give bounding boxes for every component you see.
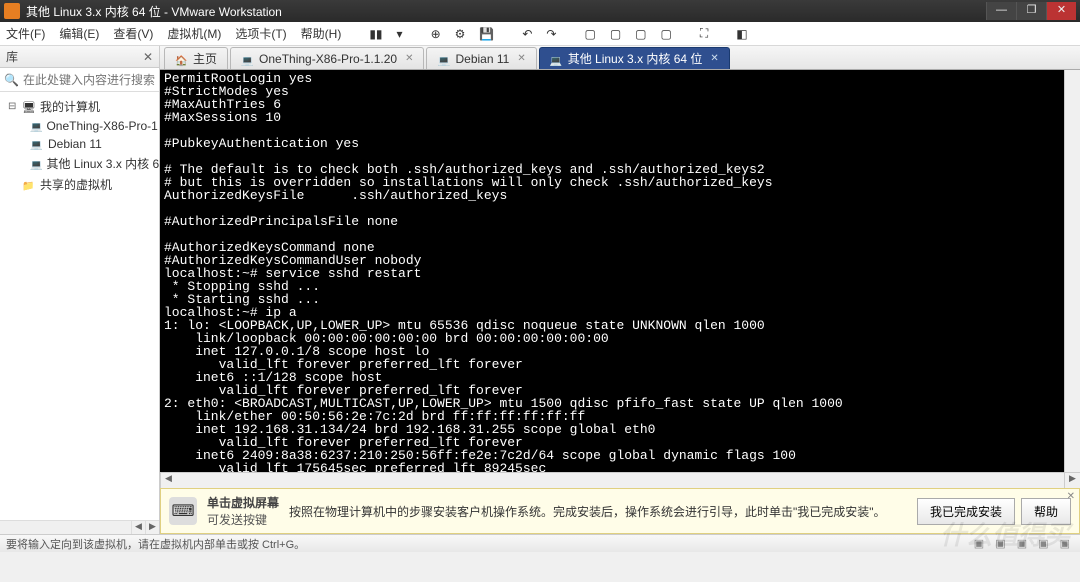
unity-icon[interactable]: ◧ — [736, 27, 747, 41]
tree-item-label: Debian 11 — [48, 137, 102, 151]
minimize-button[interactable]: — — [986, 2, 1016, 20]
fullscreen-icon[interactable]: ⛶ — [700, 26, 708, 41]
vm-icon — [30, 119, 42, 133]
layout3-icon[interactable]: ▢ — [635, 27, 646, 41]
scroll-right-icon[interactable]: ▶ — [145, 521, 159, 534]
pause-icon[interactable]: ▮▮ — [369, 27, 382, 41]
vm-icon — [30, 137, 44, 151]
tab-close-icon[interactable]: ✕ — [517, 53, 525, 64]
close-button[interactable]: ✕ — [1046, 2, 1076, 20]
search-input[interactable] — [23, 73, 178, 87]
menu-tabs[interactable]: 选项卡(T) — [235, 25, 286, 42]
tab-label: 主页 — [193, 50, 217, 67]
tab-onething[interactable]: OneThing-X86-Pro-1.1.20 ✕ — [230, 47, 424, 69]
content-area: 主页 OneThing-X86-Pro-1.1.20 ✕ Debian 11 ✕… — [160, 46, 1080, 534]
dropdown-icon[interactable]: ▾ — [397, 27, 403, 41]
layout2-icon[interactable]: ▢ — [610, 27, 621, 41]
status-icons: ▣ ▣ ▣ ▣ ▣ — [974, 537, 1074, 550]
maximize-button[interactable]: ❐ — [1016, 2, 1046, 20]
sidebar-title: 库 — [6, 48, 18, 65]
vm-icon — [550, 53, 562, 65]
tree-item-label: OneThing-X86-Pro-1.1 — [46, 119, 159, 133]
infobar-close-icon[interactable]: ✕ — [1067, 491, 1075, 502]
redo-icon[interactable]: ↷ — [546, 27, 556, 41]
menu-vm[interactable]: 虚拟机(M) — [167, 25, 221, 42]
sidebar-hscroll[interactable]: ◀ ▶ — [0, 520, 159, 534]
tab-otherlinux[interactable]: 其他 Linux 3.x 内核 64 位 ✕ — [539, 47, 730, 69]
scroll-right-icon[interactable]: ▶ — [1064, 473, 1080, 488]
menu-help[interactable]: 帮助(H) — [301, 25, 342, 42]
horizontal-scrollbar[interactable]: ◀ ▶ — [160, 472, 1080, 488]
info-install-text: 按照在物理计算机中的步骤安装客户机操作系统。完成安装后，操作系统会进行引导，此时… — [289, 503, 907, 520]
menu-edit[interactable]: 编辑(E) — [59, 25, 99, 42]
vm-icon — [241, 53, 253, 65]
sidebar-search: 🔍 ▾ — [0, 68, 159, 92]
tabs-bar: 主页 OneThing-X86-Pro-1.1.20 ✕ Debian 11 ✕… — [160, 46, 1080, 70]
vm-console-terminal[interactable]: PermitRootLogin yes #StrictModes yes #Ma… — [160, 70, 1064, 472]
scroll-left-icon[interactable]: ◀ — [160, 473, 176, 488]
app-icon — [4, 3, 20, 19]
library-sidebar: 库 ✕ 🔍 ▾ ⊟ 我的计算机 OneThing-X86-Pro-1.1 Deb… — [0, 46, 160, 534]
vm-icon — [30, 157, 42, 171]
tree-item-label: 其他 Linux 3.x 内核 64 — [46, 155, 159, 172]
revert-icon[interactable]: ↶ — [522, 27, 532, 41]
menu-bar: 文件(F) 编辑(E) 查看(V) 虚拟机(M) 选项卡(T) 帮助(H) ▮▮… — [0, 22, 1080, 46]
status-bar: 要将输入定向到该虚拟机，请在虚拟机内部单击或按 Ctrl+G。 ▣ ▣ ▣ ▣ … — [0, 534, 1080, 552]
tree-shared-label: 共享的虚拟机 — [40, 176, 112, 193]
computer-icon — [22, 100, 36, 114]
home-icon — [175, 53, 187, 65]
settings-icon[interactable]: ⚙ — [455, 27, 466, 41]
info-click-hint: 单击虚拟屏幕 可发送按键 — [207, 494, 279, 528]
vm-tree: ⊟ 我的计算机 OneThing-X86-Pro-1.1 Debian 11 其… — [0, 92, 159, 520]
sidebar-close-icon[interactable]: ✕ — [143, 50, 153, 64]
tree-root-label: 我的计算机 — [40, 98, 100, 115]
tab-label: OneThing-X86-Pro-1.1.20 — [259, 52, 397, 66]
sidebar-header: 库 ✕ — [0, 46, 159, 68]
vm-icon — [437, 53, 449, 65]
tab-home[interactable]: 主页 — [164, 47, 228, 69]
search-icon: 🔍 — [4, 73, 19, 87]
info-icon: ⌨ — [169, 497, 197, 525]
tree-root-mycomputer[interactable]: ⊟ 我的计算机 — [0, 96, 159, 117]
install-info-bar: ✕ ⌨ 单击虚拟屏幕 可发送按键 按照在物理计算机中的步骤安装客户机操作系统。完… — [160, 488, 1080, 534]
folder-icon — [22, 178, 36, 192]
menu-file[interactable]: 文件(F) — [6, 25, 45, 42]
vertical-scrollbar[interactable] — [1064, 70, 1080, 472]
tab-close-icon[interactable]: ✕ — [405, 53, 413, 64]
tree-shared-vms[interactable]: 共享的虚拟机 — [0, 174, 159, 195]
tab-label: 其他 Linux 3.x 内核 64 位 — [568, 50, 703, 67]
tree-vm-debian11[interactable]: Debian 11 — [0, 135, 159, 153]
tree-vm-onething[interactable]: OneThing-X86-Pro-1.1 — [0, 117, 159, 135]
window-title: 其他 Linux 3.x 内核 64 位 - VMware Workstatio… — [26, 3, 986, 20]
scroll-left-icon[interactable]: ◀ — [131, 521, 145, 534]
status-text: 要将输入定向到该虚拟机，请在虚拟机内部单击或按 Ctrl+G。 — [6, 536, 305, 552]
tree-vm-otherlinux[interactable]: 其他 Linux 3.x 内核 64 — [0, 153, 159, 174]
tab-debian11[interactable]: Debian 11 ✕ — [426, 47, 536, 69]
disk-icon[interactable]: 💾 — [479, 27, 494, 41]
help-button[interactable]: 帮助 — [1021, 498, 1071, 525]
tab-close-icon[interactable]: ✕ — [710, 53, 718, 64]
snapshot-icon[interactable]: ⊕ — [431, 27, 441, 41]
layout4-icon[interactable]: ▢ — [661, 27, 672, 41]
window-controls: — ❐ ✕ — [986, 2, 1076, 20]
layout1-icon[interactable]: ▢ — [584, 27, 595, 41]
collapse-icon[interactable]: ⊟ — [8, 101, 18, 112]
menu-view[interactable]: 查看(V) — [113, 25, 153, 42]
tab-label: Debian 11 — [455, 52, 509, 66]
window-titlebar: 其他 Linux 3.x 内核 64 位 - VMware Workstatio… — [0, 0, 1080, 22]
done-install-button[interactable]: 我已完成安装 — [917, 498, 1015, 525]
